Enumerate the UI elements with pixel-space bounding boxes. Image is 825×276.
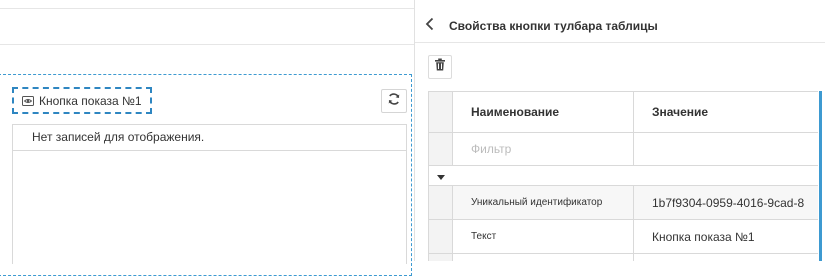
- delete-button[interactable]: [428, 55, 452, 79]
- property-name: Уникальный идентификатор: [453, 186, 634, 219]
- group-row[interactable]: [429, 165, 818, 185]
- designer-area: Кнопка показа №1 Нет записей для отображ…: [0, 0, 414, 276]
- data-grid: Нет записей для отображения.: [12, 124, 407, 264]
- panel-title: Свойства кнопки тулбара таблицы: [449, 19, 658, 33]
- row-spacer: [429, 254, 453, 261]
- header-spacer: [429, 92, 453, 132]
- group-toggle[interactable]: [429, 166, 453, 185]
- filter-row: Фильтр: [429, 132, 818, 165]
- property-name: [453, 254, 634, 261]
- property-value[interactable]: [634, 254, 818, 261]
- filter-value-cell[interactable]: [634, 133, 818, 165]
- show-button[interactable]: Кнопка показа №1: [12, 87, 152, 114]
- trash-icon: [434, 58, 446, 76]
- row-spacer: [429, 220, 453, 253]
- filter-input[interactable]: Фильтр: [453, 133, 634, 165]
- caret-down-icon: [437, 167, 445, 185]
- panel-header: Свойства кнопки тулбара таблицы: [415, 8, 825, 43]
- refresh-icon: [387, 92, 401, 111]
- table-row[interactable]: [429, 253, 818, 261]
- back-button[interactable]: [425, 17, 439, 36]
- selection-accent-bar: [819, 91, 822, 261]
- properties-table: Наименование Значение Фильтр Уникальный …: [428, 91, 822, 261]
- table-row[interactable]: Уникальный идентификатор 1b7f9304-0959-4…: [429, 185, 818, 219]
- property-name: Текст: [453, 220, 634, 253]
- property-value[interactable]: Кнопка показа №1: [634, 220, 818, 253]
- column-header-value[interactable]: Значение: [634, 92, 818, 132]
- refresh-button[interactable]: [381, 89, 407, 113]
- grid-empty-message: Нет записей для отображения.: [13, 125, 406, 151]
- table-row[interactable]: Текст Кнопка показа №1: [429, 219, 818, 253]
- table-header-row: Наименование Значение: [429, 91, 818, 132]
- filter-spacer: [429, 133, 453, 165]
- column-header-name[interactable]: Наименование: [453, 92, 634, 132]
- property-value[interactable]: 1b7f9304-0959-4016-9cad-8: [634, 186, 818, 219]
- designer-toolbar: [0, 8, 414, 45]
- show-button-label: Кнопка показа №1: [39, 93, 142, 108]
- properties-panel: Свойства кнопки тулбара таблицы Наименов…: [415, 0, 825, 261]
- chevron-left-icon: [425, 17, 435, 36]
- eye-icon: [22, 95, 34, 107]
- row-spacer: [429, 186, 453, 219]
